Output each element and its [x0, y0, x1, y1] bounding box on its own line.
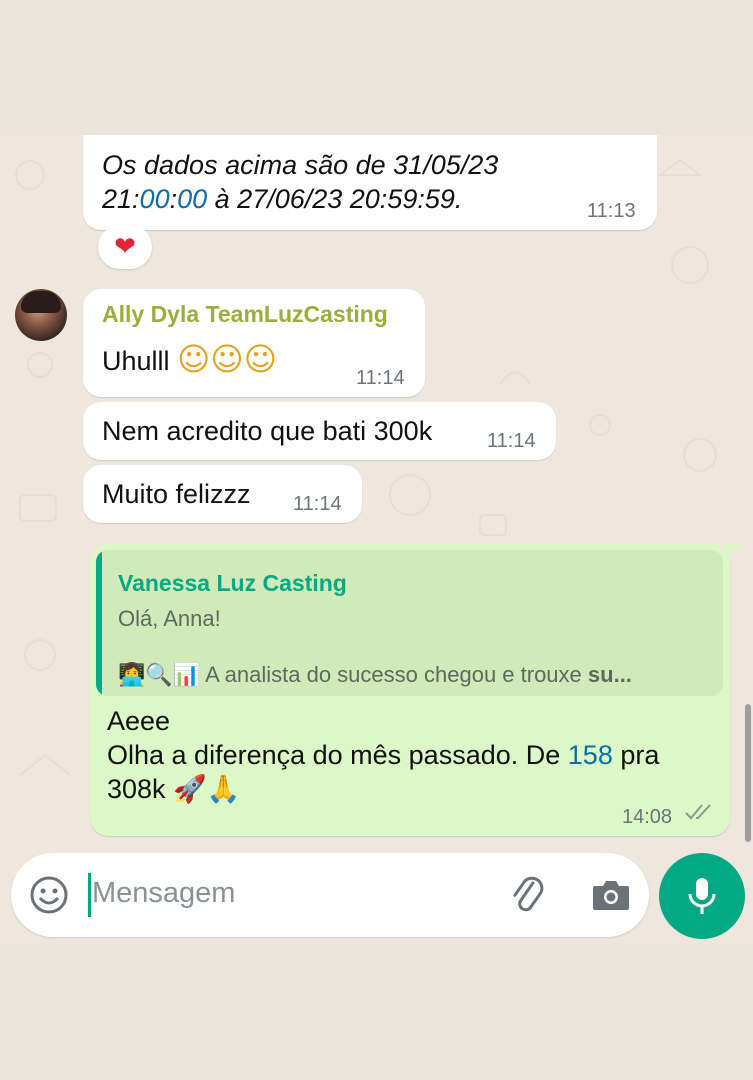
quoted-fragment: A analista do sucesso chegou e trouxe	[200, 662, 588, 687]
heart-reaction[interactable]: ❤	[98, 225, 152, 269]
heart-icon: ❤	[114, 232, 136, 262]
quoted-message[interactable]: Vanessa Luz Casting Olá, Anna! 👩‍💻🔍📊 A a…	[96, 550, 723, 696]
message-fragment: Olha a diferença do mês passado. De	[107, 740, 568, 770]
bottom-background	[0, 943, 753, 1080]
number-link[interactable]: 158	[568, 740, 613, 770]
message-time: 11:14	[293, 493, 342, 515]
message-time: 11:14	[487, 430, 536, 452]
message-input[interactable]: Mensagem	[92, 877, 235, 910]
avatar[interactable]	[15, 289, 67, 341]
message-time: 11:13	[587, 200, 636, 222]
message-line: Aeee	[107, 706, 171, 736]
message-time: 11:14	[356, 367, 405, 389]
quoted-sender: Vanessa Luz Casting	[118, 570, 347, 596]
double-check-icon	[685, 804, 711, 820]
microphone-button[interactable]	[659, 853, 745, 939]
outgoing-message-bubble[interactable]: Vanessa Luz Casting Olá, Anna! 👩‍💻🔍📊 A a…	[90, 544, 730, 836]
message-text: Nem acredito que bati 300k	[102, 416, 433, 446]
top-background	[0, 0, 753, 135]
message-text: Muito felizzz	[102, 479, 251, 509]
time-link[interactable]: 00	[177, 184, 207, 214]
text-cursor	[88, 873, 91, 917]
emoji-icon[interactable]	[29, 875, 69, 915]
message-composer[interactable]: Mensagem	[11, 853, 649, 937]
message-text: Uhulll ☺☺☺	[102, 342, 277, 378]
message-fragment: 308k	[107, 774, 174, 804]
quoted-text: Olá, Anna!	[118, 606, 221, 631]
message-fragment: pra	[612, 740, 660, 770]
message-bubble[interactable]: Muito felizzz 11:14	[83, 465, 362, 523]
smiling-emoji-icon: ☺☺☺	[177, 340, 278, 378]
quote-bar	[96, 550, 102, 696]
message-line: Os dados acima são de 31/05/23	[102, 150, 499, 180]
message-time: 14:08	[622, 806, 673, 828]
quoted-text-preview: 👩‍💻🔍📊 A analista do sucesso chegou e tro…	[118, 662, 708, 688]
message-bubble[interactable]: Ally Dyla TeamLuzCasting Uhulll ☺☺☺ 11:1…	[83, 289, 425, 397]
quoted-emoji-icon: 👩‍💻🔍📊	[118, 663, 201, 688]
quoted-fragment-bold: su...	[587, 662, 632, 687]
message-bubble[interactable]: Os dados acima são de 31/05/23 21:00:00 …	[83, 135, 657, 230]
message-text: Aeee Olha a diferença do mês passado. De…	[107, 704, 659, 807]
message-line: Uhulll	[102, 346, 170, 376]
sender-name[interactable]: Ally Dyla TeamLuzCasting	[102, 301, 388, 328]
message-text: Os dados acima são de 31/05/23 21:00:00 …	[102, 148, 498, 216]
message-bubble[interactable]: Nem acredito que bati 300k 11:14	[83, 402, 556, 460]
microphone-icon	[688, 878, 716, 914]
rocket-pray-emoji-icon: 🚀🙏	[173, 774, 241, 805]
scrollbar[interactable]	[745, 704, 751, 842]
message-fragment: à 27/06/23 20:59:59.	[207, 184, 463, 214]
camera-icon[interactable]	[591, 877, 631, 913]
time-link[interactable]: 00	[140, 184, 170, 214]
message-fragment: 21:	[102, 184, 140, 214]
paperclip-icon[interactable]	[507, 874, 549, 916]
message-fragment: :	[169, 184, 178, 214]
